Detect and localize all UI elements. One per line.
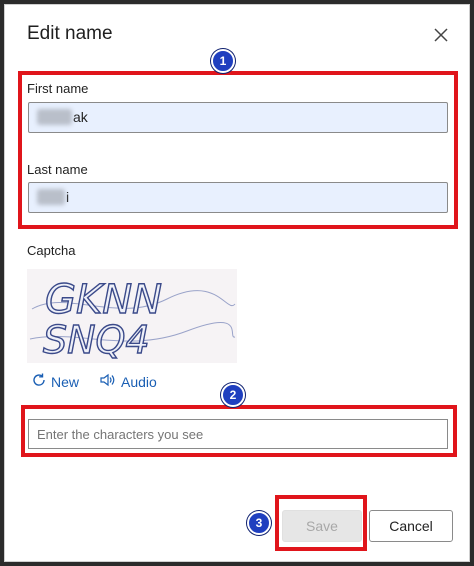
cancel-button[interactable]: Cancel: [369, 510, 453, 542]
annotation-badge-2: 2: [221, 383, 245, 407]
captcha-label: Captcha: [27, 243, 76, 258]
highlight-box-save: [275, 495, 367, 551]
captcha-line1: GKNN: [45, 277, 162, 323]
new-label: New: [51, 373, 80, 390]
dialog-title: Edit name: [27, 23, 113, 44]
refresh-icon: [31, 372, 47, 391]
highlight-box-captcha-input: [21, 405, 457, 457]
annotation-badge-1: 1: [211, 49, 235, 73]
new-captcha-link[interactable]: New: [31, 372, 79, 391]
annotation-badge-3: 3: [247, 511, 271, 535]
captcha-image: GKNN SNQ4: [27, 269, 237, 363]
audio-label: Audio: [121, 373, 157, 390]
close-icon[interactable]: [431, 25, 451, 45]
speaker-icon: [99, 372, 117, 391]
audio-captcha-link[interactable]: Audio: [99, 372, 157, 391]
edit-name-dialog: Edit name First name xxxxxak Last name x…: [4, 4, 470, 562]
highlight-box-name-fields: [18, 71, 458, 229]
captcha-line2: SNQ4: [43, 318, 150, 362]
